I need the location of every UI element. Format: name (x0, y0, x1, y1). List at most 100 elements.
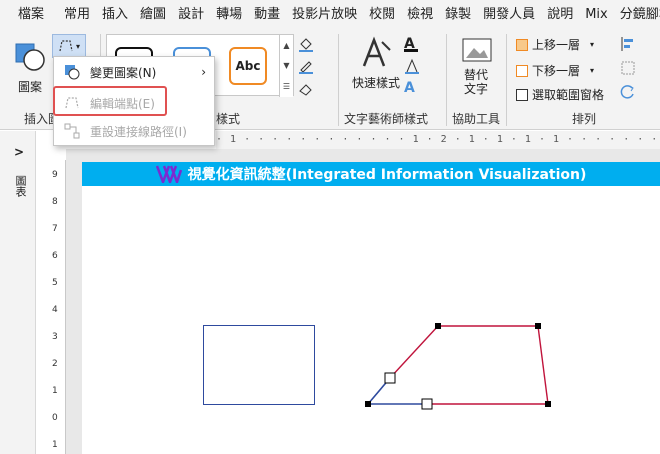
align-icon (621, 37, 633, 51)
text-outline-icon (405, 58, 419, 74)
send-backward-label: 下移一層 (532, 64, 581, 78)
change-shape-menu-item[interactable]: 變更圖案(N) › (54, 59, 214, 85)
annotation-highlight-box (53, 86, 167, 116)
alt-text-icon (462, 38, 492, 62)
ruler-number: 9 (52, 170, 58, 180)
bring-forward-icon (516, 38, 528, 51)
ruler-number: 7 (52, 224, 58, 234)
shape-edge-right (537, 325, 549, 405)
vertex-handle[interactable] (535, 323, 541, 329)
group-divider (338, 34, 339, 126)
ruler-number: 0 (52, 413, 58, 423)
ruler-number: 3 (52, 332, 58, 342)
group-divider (446, 34, 447, 126)
rotate-icon (620, 85, 634, 99)
horizontal-ruler: · 1 · · · · · · · · · · · · 1 · 2 · 1 · … (216, 131, 660, 149)
shape-edge-left-upper (389, 325, 439, 379)
vertex-handle[interactable] (435, 323, 441, 329)
ruler-number: 1 (52, 386, 58, 396)
group-divider (506, 34, 507, 126)
rotate-button[interactable] (620, 84, 652, 102)
vertex-handle[interactable] (545, 401, 551, 407)
selection-pane-icon (516, 88, 528, 101)
align-button[interactable] (620, 36, 652, 54)
vertical-ruler: 9 8 7 6 5 4 3 2 1 0 1 (50, 160, 66, 454)
accessibility-group-label: 協助工具 (452, 112, 501, 126)
tab-mix[interactable]: Mix (579, 0, 614, 30)
segment-handle[interactable] (384, 372, 396, 384)
bring-forward-label: 上移一層 (532, 38, 581, 52)
selection-pane-label: 選取範圍窗格 (532, 88, 605, 102)
gallery-scroll-down[interactable]: ▼ (279, 55, 293, 75)
trapezoid-shape[interactable] (360, 318, 560, 418)
quick-styles-label: 快速樣式 (352, 76, 401, 90)
alt-text-button[interactable]: 替代文字 (454, 38, 500, 98)
ruler-number: 1 (52, 440, 58, 450)
chevron-down-icon: ▾ (75, 41, 80, 51)
gallery-scroll-up[interactable]: ▲ (279, 35, 293, 55)
tab-developer[interactable]: 開發人員 (477, 0, 541, 30)
style-swatch-orange[interactable]: Abc (229, 47, 267, 85)
chevron-right-icon: › (201, 65, 206, 79)
text-effects-button[interactable]: A (404, 80, 432, 98)
edit-shape-icon (59, 40, 73, 52)
alt-text-label: 替代文字 (464, 68, 489, 96)
styles-group-label: 樣式 (216, 112, 241, 126)
quick-styles-button[interactable]: 快速樣式 (346, 36, 406, 96)
reroute-connectors-menu-item[interactable]: 重設連接線路徑(I) (54, 118, 214, 144)
arrange-group-label: 排列 (572, 112, 597, 126)
shape-effects-button[interactable] (298, 80, 332, 98)
tab-insert[interactable]: 插入 (96, 0, 134, 30)
send-backward-icon (516, 64, 528, 77)
ruler-number: 6 (52, 251, 58, 261)
tab-slideshow[interactable]: 投影片放映 (286, 0, 363, 30)
send-backward-button[interactable]: 下移一層 ▾ (516, 62, 594, 79)
selection-pane-button[interactable]: 選取範圍窗格 (516, 86, 604, 103)
tab-file[interactable]: 檔案 (0, 0, 58, 30)
tab-home[interactable]: 常用 (58, 0, 96, 30)
shape-outline-button[interactable] (298, 58, 332, 76)
shapes-label: 圖案 (18, 80, 43, 94)
bring-forward-button[interactable]: 上移一層 ▾ (516, 36, 594, 53)
slide-title-banner[interactable]: 視覺化資訊統整(Integrated Information Visualiza… (82, 162, 660, 186)
pane-label: 圖表 (14, 175, 27, 197)
shapes-icon (15, 43, 45, 71)
tab-storyboard[interactable]: 分鏡腳本 (614, 0, 660, 30)
group-objects-button[interactable] (620, 60, 652, 78)
tab-transitions[interactable]: 轉場 (210, 0, 248, 30)
thumbnail-pane: > 圖表 (0, 131, 36, 454)
wordart-group-label: 文字藝術師樣式 (344, 112, 429, 126)
menu-tabs: 檔案 常用 插入 繪圖 設計 轉場 動畫 投影片放映 校閱 檢視 錄製 開發人員… (0, 0, 660, 30)
change-shape-icon (64, 64, 80, 80)
shape-fill-button[interactable] (298, 36, 332, 54)
text-outline-button[interactable] (404, 58, 432, 76)
shapes-button[interactable]: 圖案 (10, 38, 50, 98)
eraser-icon (299, 84, 312, 96)
tab-draw[interactable]: 繪圖 (134, 0, 172, 30)
tab-help[interactable]: 說明 (541, 0, 579, 30)
chevron-down-icon: ▾ (590, 66, 595, 75)
paint-bucket-icon (299, 38, 313, 52)
edit-shape-button[interactable]: ▾ (52, 34, 86, 58)
ruler-number: 4 (52, 305, 58, 315)
tab-review[interactable]: 校閱 (363, 0, 401, 30)
gallery-expand[interactable]: ☰ (279, 75, 293, 97)
tab-record[interactable]: 錄製 (439, 0, 477, 30)
wordart-a-icon (362, 36, 391, 67)
expand-pane-button[interactable]: > (14, 145, 24, 159)
tab-view[interactable]: 檢視 (401, 0, 439, 30)
text-fill-button[interactable]: A (404, 36, 432, 54)
ruler-number: 2 (52, 359, 58, 369)
reroute-label: 重設連接線路徑(I) (90, 124, 187, 139)
reroute-icon (64, 123, 80, 139)
ruler-number: 5 (52, 278, 58, 288)
pen-icon (299, 61, 313, 74)
ruler-number: 8 (52, 197, 58, 207)
logo-icon (155, 165, 182, 183)
segment-handle[interactable] (421, 398, 433, 410)
vertex-handle[interactable] (365, 401, 371, 407)
rectangle-shape[interactable] (203, 325, 315, 405)
tab-design[interactable]: 設計 (172, 0, 210, 30)
change-shape-label: 變更圖案(N) (90, 65, 157, 80)
tab-animations[interactable]: 動畫 (248, 0, 286, 30)
